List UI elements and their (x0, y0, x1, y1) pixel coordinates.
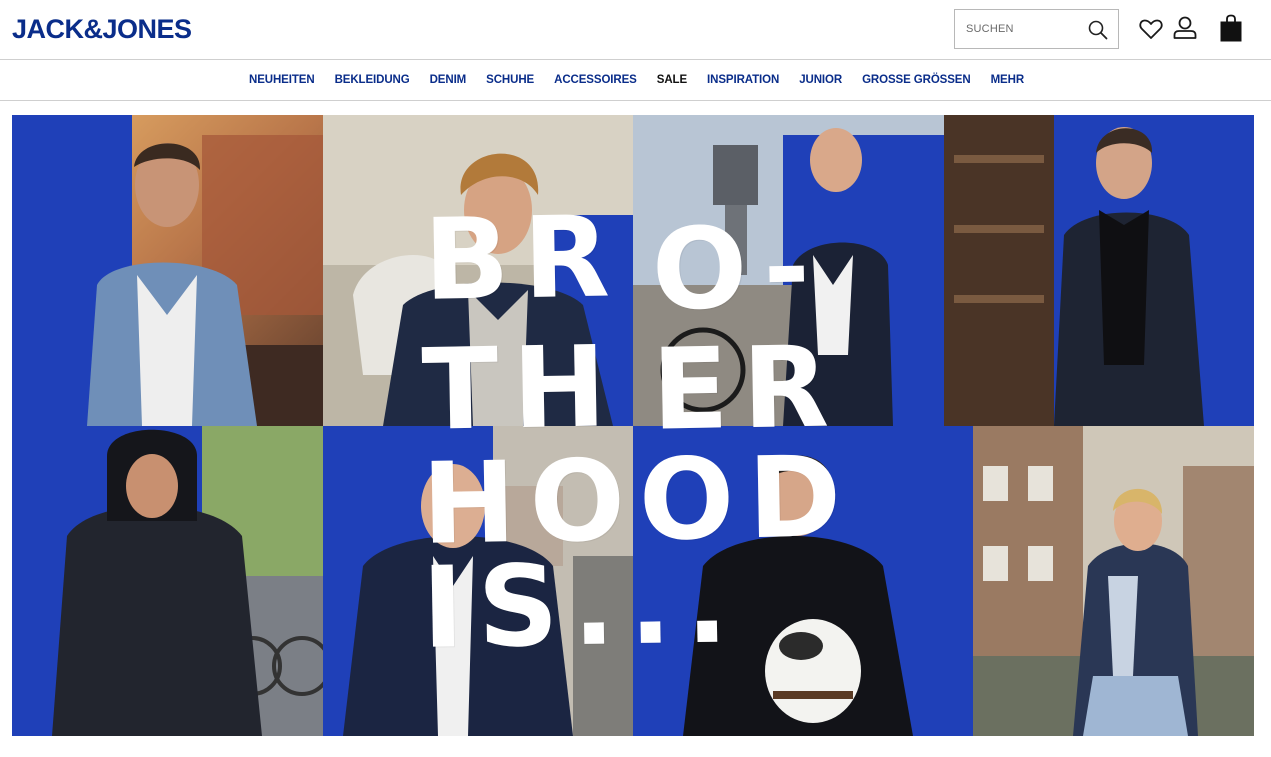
hero-photo-blond-man-beach (323, 115, 633, 426)
hero-photo-man-with-dog (633, 426, 973, 736)
heart-icon[interactable] (1137, 14, 1165, 44)
nav-item-bekleidung[interactable]: BEKLEIDUNG (335, 74, 410, 86)
hero-photo-hooded-man (12, 426, 323, 736)
hero-photo-man-canal (973, 426, 1254, 736)
brand-logo[interactable]: JACK&JONES (12, 14, 192, 44)
nav-list: NEUHEITEN BEKLEIDUNG DENIM SCHUHE ACCESS… (249, 60, 1044, 100)
nav-item-mehr[interactable]: MEHR (991, 74, 1025, 86)
nav-item-neuheiten[interactable]: NEUHEITEN (249, 74, 315, 86)
nav-item-grosse-groessen[interactable]: GROSSE GRÖSSEN (862, 74, 971, 86)
nav-item-junior[interactable]: JUNIOR (799, 74, 842, 86)
hero-photo-man-with-bicycle (633, 115, 944, 426)
hero-banner[interactable]: BR O- TH ER HOOD IS... (12, 115, 1254, 736)
hero-photo-denim-jacket-man (12, 115, 323, 426)
site-header: JACK&JONES (0, 0, 1271, 60)
nav-item-schuhe[interactable]: SCHUHE (486, 74, 534, 86)
search-box (954, 9, 1119, 49)
search-input[interactable] (955, 10, 1080, 48)
hero-photo-man-black-jacket-workshop (944, 115, 1254, 426)
user-icon[interactable] (1171, 14, 1199, 44)
nav-item-inspiration[interactable]: INSPIRATION (707, 74, 779, 86)
hero-photo-man-navy-jacket (323, 426, 633, 736)
nav-item-sale[interactable]: SALE (657, 74, 687, 86)
shopping-bag-icon[interactable] (1217, 14, 1245, 44)
nav-item-accessoires[interactable]: ACCESSOIRES (554, 74, 637, 86)
nav-item-denim[interactable]: DENIM (430, 74, 467, 86)
main-navigation: NEUHEITEN BEKLEIDUNG DENIM SCHUHE ACCESS… (0, 59, 1271, 101)
search-icon[interactable] (1087, 19, 1109, 41)
